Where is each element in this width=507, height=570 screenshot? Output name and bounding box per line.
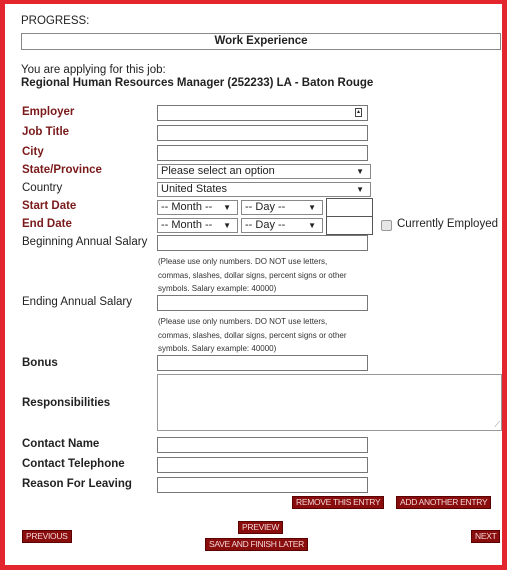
add-entry-button[interactable]: ADD ANOTHER ENTRY [396, 496, 492, 509]
start-date-label: Start Date [22, 200, 77, 212]
end-day-select[interactable]: -- Day -- ▼ [241, 218, 323, 233]
dropdown-arrow-icon: ▼ [308, 221, 316, 230]
contact-card-icon[interactable]: ▴ [355, 108, 362, 117]
currently-employed-checkbox[interactable] [381, 220, 392, 231]
beginning-salary-label: Beginning Annual Salary [22, 236, 148, 248]
start-month-selected: -- Month -- [161, 201, 213, 213]
bonus-input[interactable] [157, 355, 368, 371]
country-selected: United States [161, 183, 228, 195]
dropdown-arrow-icon: ▼ [356, 167, 364, 176]
beginning-salary-input[interactable] [157, 235, 368, 251]
save-later-button[interactable]: SAVE AND FINISH LATER [205, 538, 308, 551]
job-title-input[interactable] [157, 125, 368, 141]
end-day-selected: -- Day -- [245, 219, 286, 231]
city-input[interactable] [157, 145, 368, 161]
remove-entry-button[interactable]: REMOVE THIS ENTRY [292, 496, 385, 509]
progress-bar: Work Experience [21, 33, 501, 50]
start-month-select[interactable]: -- Month -- ▼ [157, 200, 238, 215]
end-month-selected: -- Month -- [161, 219, 213, 231]
responsibilities-textarea[interactable]: ⟋ [157, 374, 502, 431]
state-label: State/Province [22, 164, 102, 176]
start-year-input[interactable] [326, 198, 373, 217]
contact-telephone-input[interactable] [157, 457, 368, 473]
end-date-label: End Date [22, 218, 72, 230]
ending-salary-hint: (Please use only numbers. DO NOT use let… [158, 317, 347, 353]
country-select[interactable]: United States ▼ [157, 182, 371, 197]
employer-label: Employer [22, 106, 75, 118]
responsibilities-label: Responsibilities [22, 397, 111, 409]
progress-step: Work Experience [214, 35, 308, 47]
dropdown-arrow-icon: ▼ [223, 203, 231, 212]
progress-label: PROGRESS: [21, 15, 90, 27]
job-title: Regional Human Resources Manager (252233… [21, 77, 374, 89]
preview-button[interactable]: PREVIEW [238, 521, 284, 534]
employer-input[interactable]: ▴ [157, 105, 368, 121]
state-selected: Please select an option [161, 165, 275, 177]
ending-salary-label: Ending Annual Salary [22, 296, 132, 308]
dropdown-arrow-icon: ▼ [223, 221, 231, 230]
reason-for-leaving-label: Reason For Leaving [22, 478, 132, 490]
end-year-input[interactable] [326, 216, 373, 235]
dropdown-arrow-icon: ▼ [308, 203, 316, 212]
resize-handle-icon[interactable]: ⟋ [494, 420, 500, 430]
reason-for-leaving-input[interactable] [157, 477, 368, 493]
contact-name-label: Contact Name [22, 438, 100, 450]
dropdown-arrow-icon: ▼ [356, 185, 364, 194]
state-select[interactable]: Please select an option ▼ [157, 164, 371, 179]
start-day-select[interactable]: -- Day -- ▼ [241, 200, 323, 215]
contact-telephone-label: Contact Telephone [22, 458, 125, 470]
ending-salary-input[interactable] [157, 295, 368, 311]
job-intro: You are applying for this job: [21, 64, 166, 76]
city-label: City [22, 146, 44, 158]
previous-button[interactable]: PREVIOUS [22, 530, 72, 543]
country-label: Country [22, 182, 63, 194]
end-month-select[interactable]: -- Month -- ▼ [157, 218, 238, 233]
beginning-salary-hint: (Please use only numbers. DO NOT use let… [158, 257, 347, 293]
currently-employed-label: Currently Employed [397, 218, 498, 230]
contact-name-input[interactable] [157, 437, 368, 453]
start-day-selected: -- Day -- [245, 201, 286, 213]
bonus-label: Bonus [22, 357, 58, 369]
next-button[interactable]: NEXT [471, 530, 501, 543]
job-title-label: Job Title [22, 126, 70, 138]
